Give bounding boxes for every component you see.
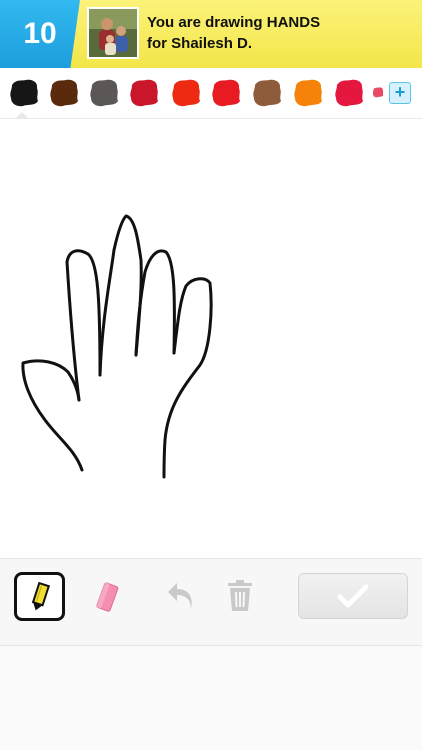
color-palette: [0, 68, 422, 119]
bottom-area: [0, 646, 422, 750]
color-swatch-partial[interactable]: [372, 77, 384, 107]
trash-icon: [228, 580, 252, 611]
undo-button[interactable]: [165, 581, 197, 613]
checkmark-icon: [337, 584, 369, 608]
hand-drawing: [21, 214, 213, 479]
drawing-toolbar: [0, 558, 422, 646]
clear-canvas-button[interactable]: [225, 579, 255, 613]
prompt-line-1: You are drawing HANDS: [147, 14, 321, 31]
drawing-canvas[interactable]: [0, 119, 422, 558]
plus-icon: +: [394, 82, 406, 102]
color-swatch-brown[interactable]: [251, 77, 283, 107]
color-swatch-orange[interactable]: [292, 77, 324, 107]
color-swatch-pink-red[interactable]: [333, 77, 365, 107]
prompt-line-2: for Shailesh D.: [147, 35, 253, 52]
color-swatch-black[interactable]: [8, 77, 40, 107]
drawing-prompt: You are drawing HANDS for Shailesh D.: [147, 12, 417, 54]
color-swatch-red-orange[interactable]: [170, 77, 202, 107]
color-swatch-gray[interactable]: [88, 77, 120, 107]
undo-icon: [168, 583, 192, 609]
color-swatch-red[interactable]: [210, 77, 242, 107]
color-swatch-crimson[interactable]: [128, 77, 160, 107]
eraser-tool-button[interactable]: [92, 581, 122, 615]
eraser-icon: [96, 582, 119, 612]
add-color-button[interactable]: +: [389, 82, 411, 104]
pencil-icon: [31, 581, 50, 610]
color-swatch-dark-brown[interactable]: [48, 77, 80, 107]
top-bar: 10 You are drawing HANDS for Shailesh D.: [0, 0, 422, 68]
selected-color-indicator: [16, 112, 28, 118]
done-button[interactable]: [298, 573, 408, 619]
round-counter: 10: [0, 0, 80, 68]
pencil-tool-button[interactable]: [14, 572, 65, 621]
avatar[interactable]: [87, 7, 139, 59]
